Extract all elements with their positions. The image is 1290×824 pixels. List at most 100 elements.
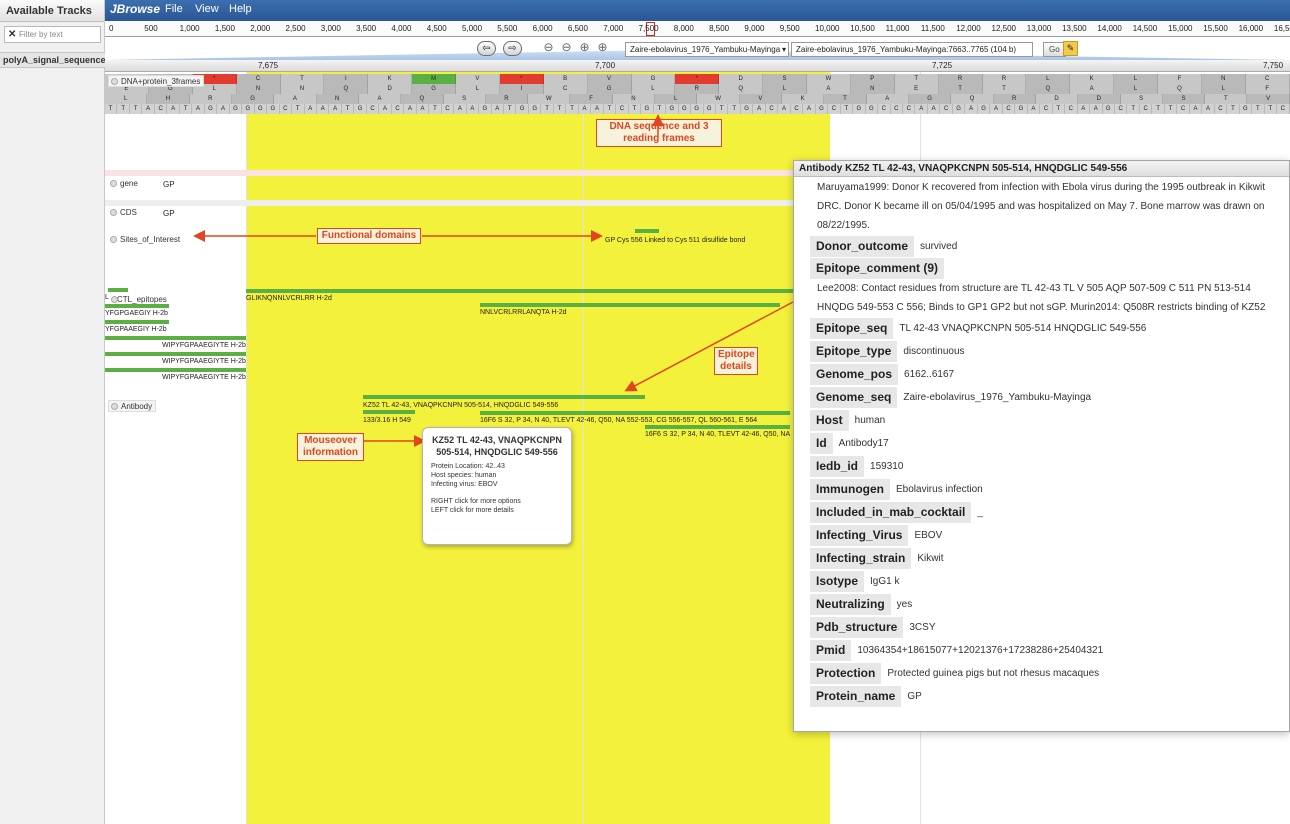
field-epitope-seq: Epitope_seq TL 42-43 VNAQPKCNPN 505-514 H… [810,317,1288,340]
overview-tick: 14,000 [1097,24,1122,33]
field-name: Genome_seq [810,387,898,408]
field-iedb-id: Iedb_id 159310 [810,455,1288,478]
field-value: discontinuous [903,346,965,357]
overview-tick: 10,500 [850,24,875,33]
navigation-bar: ⇦ ⇨ ⊖ ⊖ ⊕ ⊕ Zaire-ebolavirus_1976_Yambuk… [105,38,1290,60]
app-brand: JBrowse [110,2,161,16]
field-protein-name: Protein_name GP [810,685,1288,708]
ruler-tick: 7,675 [258,61,279,70]
clear-filter-icon[interactable]: ✕ [8,27,16,42]
field-name: Donor_outcome [810,236,915,257]
overview-tick: 4,500 [426,24,447,33]
field-value: TL 42-43 VNAQPKCNPN 505-514 HNQDGLIC 549… [899,323,1147,334]
field-name: Neutralizing [810,594,891,615]
overview-tick: 11,000 [885,24,910,33]
filter-placeholder: Filter by text [19,30,63,39]
overview-tick: 15,000 [1168,24,1193,33]
field-value: IgG1 k [870,576,900,587]
zoom-out-icon[interactable]: ⊖ [559,40,574,55]
field-value: survived [920,241,958,252]
overview-tick: 5,000 [462,24,483,33]
zoom-in-big-icon[interactable]: ⊕ [595,40,610,55]
overview-tick: 5,500 [497,24,518,33]
feature-details-dialog[interactable]: Antibody KZ52 TL 42-43, VNAQPKCNPN 505-5… [793,160,1290,732]
dialog-body: Maruyama1999: Donor K recovered from inf… [810,178,1288,708]
menu-view[interactable]: View [195,3,219,15]
overview-tick: 13,000 [1026,24,1052,33]
overview-tick: 8,500 [709,24,730,33]
field-name: Epitope_comment (9) [810,258,945,279]
tooltip-infecting-virus: Infecting virus: EBOV [431,481,498,488]
detail-ruler: 7,675 7,700 7,725 7,750 [105,60,1290,72]
dialog-title: Antibody KZ52 TL 42-43, VNAQPKCNPN 505-5… [794,161,1289,177]
highlight-icon[interactable]: ✎ [1063,41,1078,56]
field-value: 6162..6167 [904,369,955,380]
zoom-in-icon[interactable]: ⊕ [577,40,592,55]
chevron-down-icon: ▾ [781,45,786,54]
overview-tick: 6,000 [532,24,553,33]
menu-help[interactable]: Help [229,3,252,15]
field-name: Iedb_id [810,456,865,477]
overview-tick: 16,000 [1238,24,1264,33]
field-name: Immunogen [810,479,890,500]
arrow-left-icon[interactable]: ⇦ [477,41,496,56]
field-epitope-type: Epitope_type discontinuous [810,340,1288,363]
ruler-tick: 7,700 [595,61,616,70]
overview-tick: 11,500 [920,24,945,33]
overview-tick: 10,000 [815,24,840,33]
field-host: Host human [810,409,1288,432]
field-list: Epitope_seq TL 42-43 VNAQPKCNPN 505-514 H… [810,317,1288,708]
field-included-in-mab-cocktail: Included_in_mab_cocktail _ [810,501,1288,524]
overview-tick: 7,000 [603,24,624,33]
feature-description: Maruyama1999: Donor K recovered from inf… [817,182,1266,231]
field-name: Id [810,433,833,454]
overview-tick: 9,500 [779,24,800,33]
field-value: _ [977,507,983,518]
jbrowse-app: Available Tracks ✕ Filter by text polyA_… [0,0,1290,824]
zoom-out-big-icon[interactable]: ⊖ [541,40,556,55]
sidebar-title: Available Tracks [0,0,104,22]
overview-tick: 7,500 [638,24,659,33]
field-value: Ebolavirus infection [896,484,983,495]
tooltip-protein-location: Protein Location: 42..43 [431,463,505,470]
field-pdb-structure: Pdb_structure 3CSY [810,616,1288,639]
field-value: Antibody17 [838,438,889,449]
overview-tick: 16,500 [1273,24,1290,33]
overview-tick: 2,500 [285,24,306,33]
sidebar-item-polya[interactable]: polyA_signal_sequence [0,52,105,68]
location-input[interactable]: Zaire-ebolavirus_1976_Yambuku-Mayinga:76… [791,42,1033,57]
field-isotype: Isotype IgG1 k [810,570,1288,593]
field-name: Epitope_type [810,341,898,362]
field-value: 10364354+18615077+12021376+17238286+2540… [857,645,1104,656]
track-filter-input[interactable]: ✕ Filter by text [4,26,101,43]
field-value: human [854,415,886,426]
overview-tick: 12,000 [956,24,981,33]
field-value: yes [896,599,913,610]
overview-tick: 15,500 [1203,24,1228,33]
field-name: Included_in_mab_cocktail [810,502,972,523]
overview-tick: 14,500 [1132,24,1158,33]
field-donor-outcome: Donor_outcome survived [810,235,1288,258]
overview-tick: 13,500 [1062,24,1087,33]
arrow-right-icon[interactable]: ⇨ [503,41,522,56]
overview-ruler[interactable]: 0 500 1,000 1,500 2,000 2,500 3,000 3,500 4,000 4… [105,21,1290,37]
ruler-tick: 7,725 [932,61,953,70]
field-name: Protection [810,663,882,684]
field-name: Pmid [810,640,852,661]
field-value: Zaire-ebolavirus_1976_Yambuku-Mayinga [903,392,1092,403]
overview-tick: 2,000 [250,24,271,33]
reference-select[interactable]: Zaire-ebolavirus_1976_Yambuku-Mayinga ▾ [625,42,789,57]
field-value: Lee2008: Contact residues from structure… [817,283,1266,313]
menubar: JBrowse File View Help [105,0,1290,21]
reference-select-value: Zaire-ebolavirus_1976_Yambuku-Mayinga [630,45,781,54]
field-value: Kikwit [917,553,944,564]
overview-tick: 3,000 [320,24,341,33]
field-name: Genome_pos [810,364,899,385]
field-immunogen: Immunogen Ebolavirus infection [810,478,1288,501]
field-value: GP [907,691,922,702]
field-pmid: Pmid 10364354+18615077+12021376+17238286+… [810,639,1288,662]
ruler-tick: 7,750 [1263,61,1284,70]
field-value: EBOV [914,530,943,541]
menu-file[interactable]: File [165,3,183,15]
tooltip-left-click-hint: LEFT click for more details [431,507,514,514]
